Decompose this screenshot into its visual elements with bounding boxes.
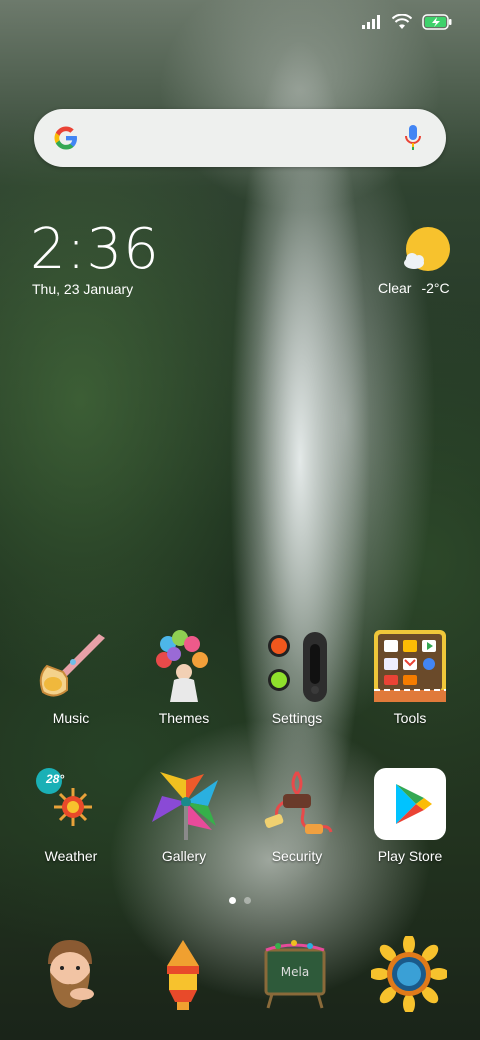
app-tools-folder[interactable]: Tools xyxy=(362,628,458,726)
page-dot-2[interactable] xyxy=(244,897,251,904)
battery-charging-icon xyxy=(422,14,452,30)
app-security[interactable]: Security xyxy=(249,766,345,864)
app-play-store[interactable]: Play Store xyxy=(362,766,458,864)
app-label: Themes xyxy=(158,710,210,726)
signal-icon xyxy=(362,15,380,29)
vuvuzela-icon xyxy=(39,634,105,697)
app-label: Weather xyxy=(44,848,98,864)
clock-date: Thu, 23 January xyxy=(32,281,134,297)
status-bar xyxy=(362,10,452,34)
app-label: Settings xyxy=(271,710,323,726)
app-label: Play Store xyxy=(377,848,443,864)
app-music[interactable]: Music xyxy=(23,628,119,726)
app-label: Music xyxy=(52,710,90,726)
app-label: Tools xyxy=(393,710,427,726)
app-label: Gallery xyxy=(161,848,207,864)
lantern-icon[interactable] xyxy=(145,936,221,1012)
svg-text:Mela: Mela xyxy=(281,965,309,979)
weather-summary: Clear -2°C xyxy=(378,280,450,296)
google-logo-icon xyxy=(54,126,77,150)
play-store-icon xyxy=(374,768,446,840)
wifi-icon xyxy=(392,14,412,29)
app-weather[interactable]: 28° Weather xyxy=(23,766,119,864)
bearded-man-icon[interactable] xyxy=(32,936,108,1012)
microphone-icon[interactable] xyxy=(404,124,422,152)
app-gallery[interactable]: Gallery xyxy=(136,766,232,864)
jump-rope-icon xyxy=(264,771,333,834)
weather-badge: 28° xyxy=(46,772,65,786)
weather-temperature: -2°C xyxy=(421,280,450,296)
clock-time[interactable]: 2:36 xyxy=(30,222,160,278)
app-themes[interactable]: Themes xyxy=(136,628,232,726)
traffic-lights-icon xyxy=(268,632,327,702)
pinwheel-icon xyxy=(152,772,218,840)
page-indicator xyxy=(229,897,251,904)
balloons-icon xyxy=(156,630,208,702)
weather-sun-icon xyxy=(36,768,92,826)
sunflower-icon[interactable] xyxy=(371,936,447,1012)
tools-folder-icon xyxy=(374,630,446,702)
app-settings[interactable]: Settings xyxy=(249,628,345,726)
weather-condition: Clear xyxy=(378,280,412,296)
page-dot-1[interactable] xyxy=(229,897,236,904)
google-search-bar[interactable] xyxy=(34,109,446,167)
app-label: Security xyxy=(271,848,323,864)
partly-sunny-icon[interactable] xyxy=(400,225,452,277)
chalkboard-icon[interactable]: Mela xyxy=(258,936,334,1012)
